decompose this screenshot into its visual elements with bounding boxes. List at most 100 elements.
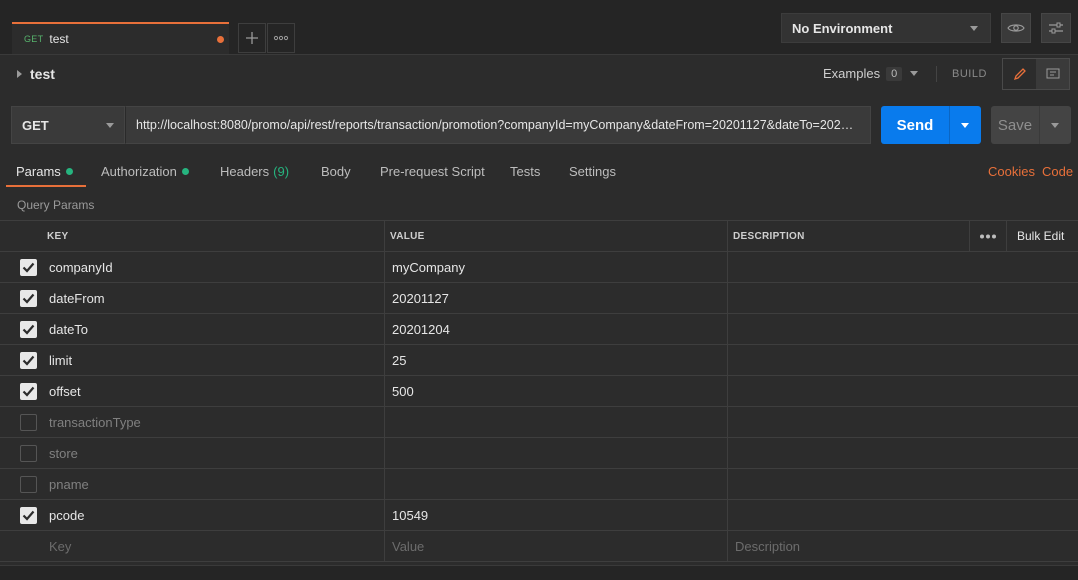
new-key-input[interactable]: Key: [49, 531, 71, 561]
manage-environments-button[interactable]: [1041, 13, 1071, 43]
param-value[interactable]: 10549: [392, 500, 428, 530]
new-param-row: Key Value Description: [0, 531, 1078, 562]
chevron-down-icon: [106, 123, 114, 128]
param-enabled-checkbox[interactable]: [20, 352, 37, 369]
param-enabled-checkbox[interactable]: [20, 476, 37, 493]
url-value: http://localhost:8080/promo/api/rest/rep…: [136, 118, 860, 132]
param-description[interactable]: [735, 469, 1065, 499]
param-enabled-checkbox[interactable]: [20, 383, 37, 400]
column-divider: [384, 531, 385, 561]
column-divider: [727, 407, 728, 437]
param-description[interactable]: [735, 407, 1065, 437]
param-enabled-checkbox[interactable]: [20, 507, 37, 524]
tab-params[interactable]: Params: [16, 164, 73, 179]
chevron-down-icon[interactable]: [1051, 122, 1059, 128]
environment-select[interactable]: No Environment: [781, 13, 991, 43]
table-row: dateFrom 20201127: [0, 283, 1078, 314]
new-value-input[interactable]: Value: [392, 531, 424, 561]
save-button[interactable]: Save: [991, 106, 1071, 144]
checkmark-icon: [22, 386, 35, 397]
edit-mode-button[interactable]: [1003, 59, 1036, 89]
param-description[interactable]: [735, 345, 1065, 375]
param-value[interactable]: 25: [392, 345, 406, 375]
code-link[interactable]: Code: [1042, 164, 1073, 179]
param-key[interactable]: pcode: [49, 500, 84, 530]
column-divider: [727, 469, 728, 499]
param-enabled-checkbox[interactable]: [20, 321, 37, 338]
table-row: limit 25: [0, 345, 1078, 376]
tab-settings[interactable]: Settings: [569, 164, 616, 179]
more-options-button[interactable]: [979, 221, 997, 251]
request-name: test: [30, 66, 55, 82]
param-key[interactable]: dateTo: [49, 314, 88, 344]
param-value[interactable]: 500: [392, 376, 414, 406]
column-divider: [384, 314, 385, 344]
tab-tests[interactable]: Tests: [510, 164, 540, 179]
param-enabled-checkbox[interactable]: [20, 445, 37, 462]
tab-params-label: Params: [16, 164, 61, 179]
param-enabled-checkbox[interactable]: [20, 259, 37, 276]
send-label: Send: [896, 116, 934, 134]
table-row: transactionType: [0, 407, 1078, 438]
environment-quick-look-button[interactable]: [1001, 13, 1031, 43]
param-description[interactable]: [735, 376, 1065, 406]
status-dot-icon: [65, 168, 73, 175]
tab-name: test: [49, 32, 69, 46]
plus-icon: [246, 32, 258, 44]
cookies-link[interactable]: Cookies: [988, 164, 1035, 179]
param-value[interactable]: 20201204: [392, 314, 450, 344]
examples-label: Examples: [823, 66, 881, 81]
param-key[interactable]: pname: [49, 469, 89, 499]
param-key[interactable]: dateFrom: [49, 283, 105, 313]
checkmark-icon: [22, 293, 35, 304]
eye-icon: [1007, 24, 1025, 32]
tab-body[interactable]: Body: [321, 164, 351, 179]
examples-dropdown[interactable]: Examples 0: [823, 66, 919, 81]
param-description[interactable]: [735, 438, 1065, 468]
unsaved-dot-icon: [217, 36, 224, 43]
param-description[interactable]: [735, 252, 1065, 282]
tab-headers[interactable]: Headers (9): [220, 164, 289, 179]
bulk-edit-link[interactable]: Bulk Edit: [1017, 221, 1064, 251]
param-key[interactable]: transactionType: [49, 407, 141, 437]
param-description[interactable]: [735, 314, 1065, 344]
comment-icon: [1046, 68, 1059, 79]
column-divider: [727, 500, 728, 530]
table-row: pcode 10549: [0, 500, 1078, 531]
param-key[interactable]: store: [49, 438, 78, 468]
param-key[interactable]: companyId: [49, 252, 113, 282]
param-key[interactable]: offset: [49, 376, 81, 406]
url-input[interactable]: http://localhost:8080/promo/api/rest/rep…: [125, 106, 871, 144]
column-divider: [384, 438, 385, 468]
table-header-row: KEY VALUE DESCRIPTION Bulk Edit: [0, 221, 1078, 252]
tab-authorization[interactable]: Authorization: [101, 164, 189, 179]
column-divider: [969, 221, 970, 251]
method-select[interactable]: GET: [11, 106, 125, 144]
comments-button[interactable]: [1036, 59, 1069, 89]
param-description[interactable]: [735, 283, 1065, 313]
param-value[interactable]: myCompany: [392, 252, 465, 282]
param-enabled-checkbox[interactable]: [20, 414, 37, 431]
caret-right-icon: [17, 70, 22, 78]
new-tab-button[interactable]: [238, 23, 266, 53]
column-divider: [384, 469, 385, 499]
chevron-down-icon[interactable]: [961, 122, 969, 128]
request-title[interactable]: test: [17, 66, 55, 82]
table-row: companyId myCompany: [0, 252, 1078, 283]
column-divider: [727, 438, 728, 468]
column-divider: [727, 221, 728, 251]
tab-options-button[interactable]: [267, 23, 295, 53]
param-key[interactable]: limit: [49, 345, 72, 375]
param-enabled-checkbox[interactable]: [20, 290, 37, 307]
table-row: pname: [0, 469, 1078, 500]
divider: [1039, 106, 1040, 144]
tab-pre-request-script[interactable]: Pre-request Script: [380, 164, 485, 179]
param-description[interactable]: [735, 500, 1065, 530]
environment-selected: No Environment: [792, 20, 893, 36]
request-tab[interactable]: GET test: [12, 22, 229, 54]
send-button[interactable]: Send: [881, 106, 981, 144]
build-label: BUILD: [952, 68, 987, 80]
column-divider: [1006, 221, 1007, 251]
param-value[interactable]: 20201127: [392, 283, 449, 313]
new-description-input[interactable]: Description: [735, 531, 800, 561]
